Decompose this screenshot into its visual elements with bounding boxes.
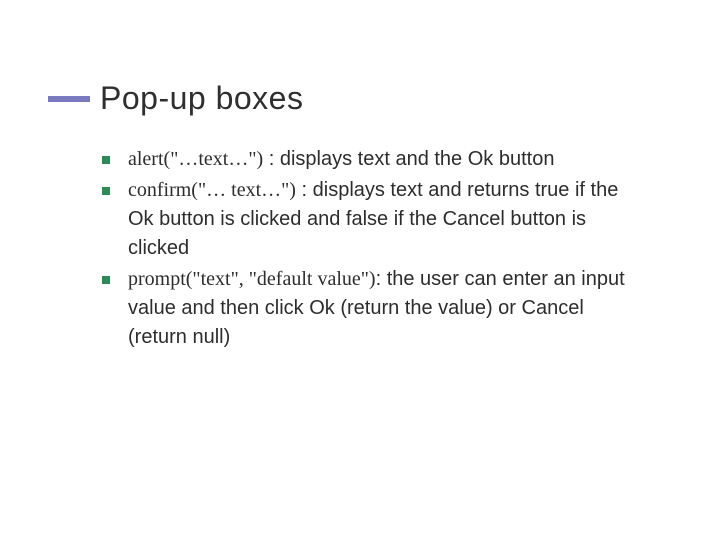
bullet-item: alert("…text…") : displays text and the … [100,145,640,174]
title-accent-bar [48,96,90,102]
bullet-item: confirm("… text…") : displays text and r… [100,176,640,263]
bullet-square-icon [102,187,110,195]
bullet-list: alert("…text…") : displays text and the … [100,145,640,352]
bullet-code: alert("…text…") [128,148,263,170]
bullet-code: confirm("… text…") [128,179,296,201]
slide-title: Pop-up boxes [100,80,660,117]
bullet-square-icon [102,156,110,164]
bullet-item: prompt("text", "default value"): the use… [100,265,640,352]
bullet-code: prompt("text", "default value") [128,268,376,290]
title-area: Pop-up boxes [100,80,660,117]
slide: Pop-up boxes alert("…text…") : displays … [0,0,720,540]
bullet-square-icon [102,276,110,284]
bullet-text: : displays text and the Ok button [263,148,554,170]
